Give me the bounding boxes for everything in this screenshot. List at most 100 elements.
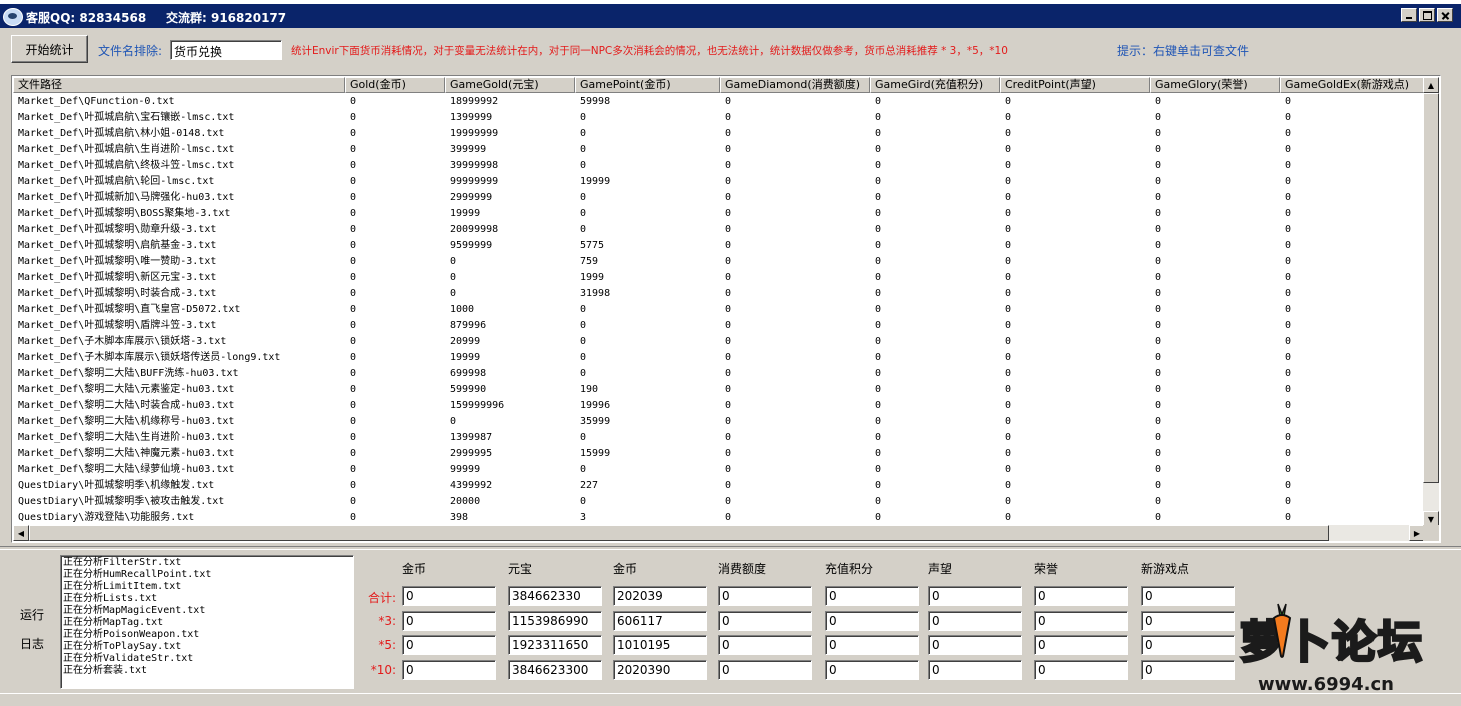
table-row[interactable]: Market_Def\叶孤城黎明\BOSS聚集地-3.txt 0 19999 0 0 0 0…: [13, 206, 1425, 222]
table-row[interactable]: Market_Def\叶孤城黎明\唯一赞助-3.txt 0 0 759 0 0 0 0 0: [13, 254, 1425, 270]
summary-value-field[interactable]: 0: [825, 635, 919, 655]
summary-value-field[interactable]: 606117: [613, 611, 707, 631]
table-row[interactable]: Market_Def\叶孤城启航\终极斗笠-lmsc.txt 0 39999998 0…: [13, 158, 1425, 174]
summary-value-field[interactable]: 384662330: [508, 586, 602, 606]
table-row[interactable]: Market_Def\子木脚本库展示\锁妖塔-3.txt 0 20999 0 0 0 0 0 0: [13, 334, 1425, 350]
summary-value-field[interactable]: 202039: [613, 586, 707, 606]
value-cell: 0: [350, 240, 357, 251]
summary-value-field[interactable]: 0: [825, 586, 919, 606]
table-row[interactable]: QuestDiary\叶孤城黎明季\机缘触发.txt 0 4399992 227 0 0 0…: [13, 478, 1425, 494]
summary-value-field[interactable]: 0: [718, 635, 812, 655]
value-cell: 0: [580, 432, 587, 443]
vertical-scroll-thumb[interactable]: [1423, 93, 1439, 483]
summary-value-field[interactable]: 0: [1034, 611, 1128, 631]
table-row[interactable]: Market_Def\叶孤城黎明\盾牌斗笠-3.txt 0 879996 0 0 0 0 0 0: [13, 318, 1425, 334]
table-row[interactable]: Market_Def\叶孤城黎明\时装合成-3.txt 0 0 31998 0 0 0 0 0: [13, 286, 1425, 302]
summary-value-field[interactable]: 0: [928, 660, 1022, 680]
summary-value-field[interactable]: 3846623300: [508, 660, 602, 680]
maximize-icon[interactable]: [1419, 8, 1435, 22]
value-cell: 0: [1285, 464, 1292, 475]
value-cell: 0: [1155, 352, 1162, 363]
table-row[interactable]: Market_Def\叶孤城启航\生肖进阶-lmsc.txt 0 399999 0 0 0…: [13, 142, 1425, 158]
column-header[interactable]: GameGird(充值积分): [870, 77, 1000, 93]
scroll-up-icon[interactable]: ▲: [1423, 77, 1439, 93]
value-cell: 0: [1285, 176, 1292, 187]
summary-value-field[interactable]: 0: [718, 660, 812, 680]
value-cell: 4399992: [450, 480, 493, 491]
table-row[interactable]: Market_Def\叶孤城启航\宝石镶嵌-lmsc.txt 0 1399999 0 0…: [13, 110, 1425, 126]
table-row[interactable]: QuestDiary\叶孤城黎明季\被攻击触发.txt 0 20000 0 0 0 0 0 0: [13, 494, 1425, 510]
table-row[interactable]: Market_Def\QFunction-0.txt 0 18999992 59998…: [13, 94, 1425, 110]
table-row[interactable]: Market_Def\黎明二大陆\元素鉴定-hu03.txt 0 599990 190…: [13, 382, 1425, 398]
column-header[interactable]: GamePoint(金币): [575, 77, 720, 93]
table-row[interactable]: Market_Def\叶孤城黎明\新区元宝-3.txt 0 0 1999 0 0 0 0 0: [13, 270, 1425, 286]
vertical-scrollbar[interactable]: ▲ ▼: [1423, 77, 1439, 527]
value-cell: 0: [725, 144, 732, 155]
value-cell: 0: [1155, 96, 1162, 107]
value-cell: 0: [450, 416, 457, 427]
value-cell: 0: [875, 304, 882, 315]
column-header[interactable]: 文件路径: [13, 77, 345, 93]
table-row[interactable]: Market_Def\黎明二大陆\神魔元素-hu03.txt 0 2999995 15…: [13, 446, 1425, 462]
summary-value-field[interactable]: 0: [1034, 635, 1128, 655]
value-cell: 0: [1155, 128, 1162, 139]
close-icon[interactable]: [1437, 8, 1453, 22]
column-header[interactable]: GameGlory(荣誉): [1150, 77, 1280, 93]
run-log[interactable]: 正在分析FilterStr.txt 正在分析HumRecallPoint.txt 正…: [60, 555, 354, 689]
column-header[interactable]: CreditPoint(声望): [1000, 77, 1150, 93]
table-row[interactable]: Market_Def\黎明二大陆\BUFF洗练-hu03.txt 0 699998 0…: [13, 366, 1425, 382]
table-row[interactable]: Market_Def\叶孤城黎明\直飞皇宫-D5072.txt 0 1000 0 0 0 0…: [13, 302, 1425, 318]
start-button[interactable]: 开始统计: [11, 35, 88, 63]
summary-value-field[interactable]: 0: [402, 635, 496, 655]
table-row[interactable]: Market_Def\叶孤城黎明\启航基金-3.txt 0 9599999 5775 0…: [13, 238, 1425, 254]
file-path-cell: Market_Def\叶孤城启航\林小姐-0148.txt: [18, 128, 225, 139]
summary-value-field[interactable]: 1010195: [613, 635, 707, 655]
minimize-icon[interactable]: [1401, 8, 1417, 22]
scroll-left-icon[interactable]: ◀: [13, 525, 29, 541]
table-row[interactable]: Market_Def\黎明二大陆\机缘称号-hu03.txt 0 0 35999 0 0 0…: [13, 414, 1425, 430]
table-row[interactable]: Market_Def\叶孤城启航\轮回-lmsc.txt 0 99999999 199…: [13, 174, 1425, 190]
summary-value-field[interactable]: 1923311650: [508, 635, 602, 655]
table-row[interactable]: Market_Def\黎明二大陆\生肖进阶-hu03.txt 0 1399987 0 0…: [13, 430, 1425, 446]
table-row[interactable]: Market_Def\黎明二大陆\绿萝仙境-hu03.txt 0 99999 0 0 0 0…: [13, 462, 1425, 478]
summary-value-field[interactable]: 0: [928, 586, 1022, 606]
value-cell: 0: [725, 272, 732, 283]
value-cell: 0: [875, 464, 882, 475]
column-header[interactable]: GameGoldEx(新游戏点): [1280, 77, 1425, 93]
summary-value-field[interactable]: 0: [1034, 660, 1128, 680]
summary-value-field[interactable]: 0: [402, 586, 496, 606]
summary-value-field[interactable]: 0: [402, 660, 496, 680]
summary-value-field[interactable]: 0: [928, 611, 1022, 631]
table-row[interactable]: QuestDiary\游戏登陆\功能服务.txt 0 398 3 0 0 0 0 0: [13, 510, 1425, 526]
value-cell: 19999: [450, 208, 481, 219]
column-header[interactable]: GameGold(元宝): [445, 77, 575, 93]
table-row[interactable]: Market_Def\叶孤城启航\林小姐-0148.txt 0 19999999 0 0…: [13, 126, 1425, 142]
summary-value-field[interactable]: 0: [718, 586, 812, 606]
table-row[interactable]: Market_Def\叶孤城黎明\勋章升级-3.txt 0 20099998 0 0 0 0…: [13, 222, 1425, 238]
value-cell: 20000: [450, 496, 481, 507]
summary-value-field[interactable]: 1153986990: [508, 611, 602, 631]
column-header[interactable]: Gold(金币): [345, 77, 445, 93]
table-row[interactable]: Market_Def\子木脚本库展示\锁妖塔传送员-long9.txt 0 1999…: [13, 350, 1425, 366]
table-row[interactable]: Market_Def\黎明二大陆\时装合成-hu03.txt 0 159999996…: [13, 398, 1425, 414]
summary-value-field[interactable]: 0: [718, 611, 812, 631]
horizontal-scrollbar[interactable]: ◀ ▶: [13, 525, 1425, 541]
value-cell: 0: [875, 352, 882, 363]
horizontal-scroll-thumb[interactable]: [29, 525, 1329, 541]
summary-value-field[interactable]: 0: [825, 611, 919, 631]
summary-value-field[interactable]: 2020390: [613, 660, 707, 680]
summary-value-field[interactable]: 0: [402, 611, 496, 631]
log-line: 正在分析MapTag.txt: [63, 617, 164, 628]
summary-value-field[interactable]: 0: [825, 660, 919, 680]
value-cell: 0: [1285, 224, 1292, 235]
table-row[interactable]: Market_Def\叶孤城新加\马牌强化-hu03.txt 0 2999999 0 0…: [13, 190, 1425, 206]
value-cell: 0: [580, 144, 587, 155]
exclude-input[interactable]: 货币兑换: [170, 40, 282, 60]
summary-value-field[interactable]: 0: [928, 635, 1022, 655]
table-body[interactable]: Market_Def\QFunction-0.txt 0 18999992 59998…: [13, 94, 1425, 526]
results-table[interactable]: 文件路径 Gold(金币) GameGold(元宝) GamePoint(金币) Gam…: [11, 75, 1441, 543]
column-header[interactable]: GameDiamond(消费额度): [720, 77, 870, 93]
summary-value-field[interactable]: 0: [1034, 586, 1128, 606]
value-cell: 0: [450, 272, 457, 283]
value-cell: 0: [725, 400, 732, 411]
